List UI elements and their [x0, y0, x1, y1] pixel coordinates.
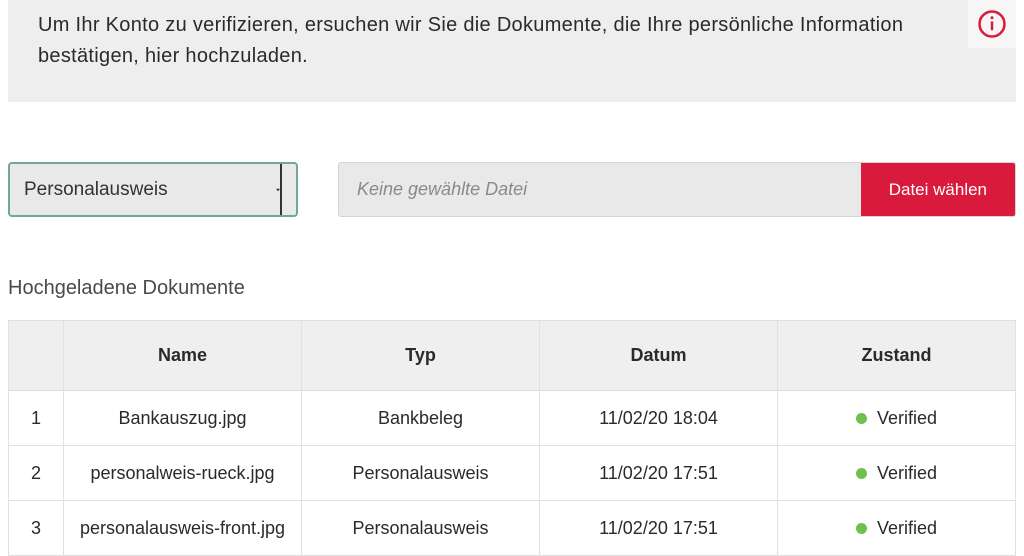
cell-date: 11/02/20 18:04 — [540, 391, 778, 446]
col-date: Datum — [540, 321, 778, 391]
cell-name: Bankauszug.jpg — [64, 391, 302, 446]
col-status: Zustand — [778, 321, 1016, 391]
table-row: 2personalweis-rueck.jpgPersonalausweis11… — [9, 446, 1016, 501]
cell-status: Verified — [778, 446, 1016, 501]
choose-file-button[interactable]: Datei wählen — [861, 163, 1015, 216]
status-dot-icon — [856, 413, 867, 424]
col-name: Name — [64, 321, 302, 391]
chevron-down-icon — [270, 164, 282, 215]
table-row: 3personalausweis-front.jpgPersonalauswei… — [9, 501, 1016, 556]
cell-type: Personalausweis — [302, 446, 540, 501]
cell-type: Bankbeleg — [302, 391, 540, 446]
info-banner-text: Um Ihr Konto zu verifizieren, ersuchen w… — [38, 10, 958, 72]
cell-type: Personalausweis — [302, 501, 540, 556]
col-type: Typ — [302, 321, 540, 391]
table-row: 1Bankauszug.jpgBankbeleg11/02/20 18:04 Ve… — [9, 391, 1016, 446]
cell-index: 3 — [9, 501, 64, 556]
info-banner: Um Ihr Konto zu verifizieren, ersuchen w… — [8, 0, 1016, 102]
cell-name: personalweis-rueck.jpg — [64, 446, 302, 501]
documents-table: Name Typ Datum Zustand 1Bankauszug.jpgBa… — [8, 320, 1016, 556]
cell-status: Verified — [778, 391, 1016, 446]
table-header-row: Name Typ Datum Zustand — [9, 321, 1016, 391]
uploaded-documents-title: Hochgeladene Dokumente — [8, 277, 1016, 300]
file-placeholder: Keine gewählte Datei — [339, 163, 861, 216]
cell-index: 2 — [9, 446, 64, 501]
info-icon — [968, 0, 1016, 48]
document-type-value: Personalausweis — [24, 179, 168, 201]
status-dot-icon — [856, 468, 867, 479]
cell-status: Verified — [778, 501, 1016, 556]
cell-name: personalausweis-front.jpg — [64, 501, 302, 556]
status-text: Verified — [877, 408, 937, 428]
cell-index: 1 — [9, 391, 64, 446]
status-text: Verified — [877, 463, 937, 483]
col-index — [9, 321, 64, 391]
status-dot-icon — [856, 523, 867, 534]
cell-date: 11/02/20 17:51 — [540, 501, 778, 556]
document-type-select[interactable]: Personalausweis — [8, 162, 298, 217]
cell-date: 11/02/20 17:51 — [540, 446, 778, 501]
status-text: Verified — [877, 518, 937, 538]
file-input-area: Keine gewählte Datei Datei wählen — [338, 162, 1016, 217]
upload-controls: Personalausweis Keine gewählte Datei Dat… — [8, 162, 1016, 217]
